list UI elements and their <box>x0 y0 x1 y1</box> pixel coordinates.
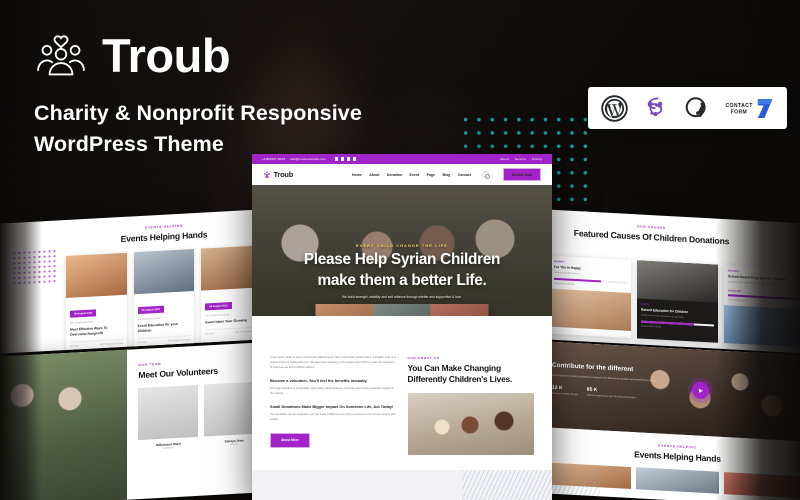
svg-text:FORM: FORM <box>731 109 748 115</box>
hero-title-line1: Please Help Syrian Children <box>303 251 501 268</box>
stat-value: 12 K <box>552 385 563 392</box>
event-date-badge: 08 August 2023 <box>137 305 164 314</box>
people-heart-icon <box>37 34 85 75</box>
hero-kicker: EVERY CHILD CHANGE THE LIFE <box>356 243 448 248</box>
nav-item-blog[interactable]: Blog <box>442 173 450 177</box>
topbar-link-about[interactable]: About <box>500 157 509 161</box>
about-title: You Can Make Changing Differently Childr… <box>407 363 513 385</box>
hero-subtitle: We build strength, stability and self-re… <box>342 295 462 300</box>
cause-card-row: Donation For The In Happy Some people li… <box>540 255 800 348</box>
about-body-1: The legal definition of a charitable org… <box>270 386 394 395</box>
volunteers-photo <box>0 349 128 500</box>
event-thumb <box>723 471 800 499</box>
gallery-image <box>430 304 489 316</box>
event-image <box>133 248 195 295</box>
event-date-badge: 08 August 2023 <box>70 309 97 318</box>
preview-panel-contribute[interactable]: Contribute for the different Social netw… <box>540 341 800 500</box>
gallery-image <box>373 304 431 316</box>
cause-image <box>724 305 800 348</box>
tagline-line-1: Charity & Nonprofit Responsive <box>34 101 362 125</box>
site-navbar: Troub Home About Donation Event Page Blo… <box>252 164 552 185</box>
nav-item-donation[interactable]: Donation <box>387 173 402 177</box>
preview-panel-featured-causes[interactable]: OUR CAUSES Featured Causes Of Children D… <box>540 209 800 354</box>
people-heart-icon <box>264 171 270 178</box>
about-heading-2: Small Donations Make Bigger Impact On So… <box>270 403 394 409</box>
search-icon[interactable] <box>482 171 491 179</box>
cause-card[interactable]: Education School-Based Programs for Chil… <box>724 264 800 348</box>
event-card[interactable]: 08 August 2023 WP, Christchurch Road Mos… <box>66 252 127 353</box>
volunteer-card-row: Williamson Ward Supervisor Sanoya Jenn D… <box>138 381 264 451</box>
event-footer-left: Non type <box>137 341 147 344</box>
preview-panel-events-helping-hands[interactable]: EVENTS HELPING Events Helping Hands 08 A… <box>0 208 274 354</box>
nav-item-event[interactable]: Event <box>410 173 420 177</box>
event-thumb <box>636 467 719 494</box>
about-section: Lorem ipsum dolor sit amet, consectetur … <box>252 316 552 456</box>
contribute-video-block[interactable]: Contribute for the different Social netw… <box>540 341 800 442</box>
preview-panel-volunteers[interactable]: OUR TEAM Meet Our Volunteers Williamson … <box>0 341 274 500</box>
cause-image <box>637 260 718 303</box>
hero-gallery-strip <box>315 304 489 316</box>
site-logo-text: Troub <box>273 170 294 179</box>
elementor-logo-icon <box>683 94 710 122</box>
nav-item-about[interactable]: About <box>369 173 379 177</box>
redux-logo-icon <box>642 94 669 122</box>
page-footer-strip <box>252 470 552 500</box>
nav-item-page[interactable]: Page <box>427 173 435 177</box>
donate-now-button[interactable]: Donate Now <box>502 168 541 181</box>
contribute-text: Social network is hosting volunteers to … <box>552 373 657 383</box>
wordpress-logo-icon <box>601 94 628 122</box>
play-button-icon[interactable] <box>692 381 709 400</box>
nav-item-contact[interactable]: Contact <box>458 173 471 177</box>
site-logo[interactable]: Troub <box>263 170 293 179</box>
event-title[interactable]: Most Effective Ways To Overcome Nonprofi… <box>70 325 123 338</box>
event-card[interactable]: 08 August 2023 WP, Christchurch Road Eve… <box>133 248 195 349</box>
topbar-link-pricing[interactable]: Pricing <box>532 157 542 161</box>
about-heading-1: Become a volunteer, You'll feel the bene… <box>270 377 367 383</box>
cause-card[interactable]: Donation For The In Happy Some people li… <box>550 255 631 339</box>
svg-text:CONTACT: CONTACT <box>725 103 753 109</box>
cause-card[interactable]: Charity Raised Education for Children Ch… <box>637 260 718 344</box>
cause-image <box>550 288 631 332</box>
cause-description: In today's world many people the without… <box>728 281 786 287</box>
about-more-button[interactable]: About More <box>270 432 310 448</box>
about-paragraph: Lorem ipsum dolor sit amet, consectetur … <box>270 356 397 369</box>
contact-form-7-logo-icon: CONTACT FORM <box>724 94 774 122</box>
nav-item-home[interactable]: Home <box>352 173 362 177</box>
stat-item: 12 K Volunteers Helping People <box>552 385 578 398</box>
cause-amount: Donated $45,250.00 <box>728 299 748 303</box>
about-image <box>407 393 534 456</box>
promo-headline-block: Troub Charity & Nonprofit Responsive Wor… <box>34 32 434 159</box>
plugin-badge-strip: CONTACT FORM <box>588 87 787 129</box>
topbar-link-service[interactable]: Service <box>515 157 526 161</box>
event-date-badge: 08 August 2023 <box>205 301 232 311</box>
about-body-2: The reputation, the tax treatment, you c… <box>270 413 396 421</box>
event-title[interactable]: Event Ideas Your Growing <box>205 317 258 325</box>
cause-amount: Donated $20,250.00 <box>554 283 574 287</box>
event-card-row: 08 August 2023 WP, Christchurch Road Mos… <box>66 245 263 353</box>
hero-title-line2: make them a better Life. <box>317 272 487 290</box>
nav-menu: Home About Donation Event Page Blog Cont… <box>352 168 541 181</box>
event-footer-right: WP, Christchurch Road <box>167 338 191 343</box>
brand-name: Troub <box>102 29 231 82</box>
cause-amount: Donated $32,750.00 <box>641 325 661 329</box>
event-title[interactable]: Event Education for your Children <box>138 321 191 334</box>
dot-pattern-decoration <box>12 248 56 287</box>
hero-section: EVERY CHILD CHANGE THE LIFE Please Help … <box>252 185 552 316</box>
tagline-line-2: WordPress Theme <box>34 131 224 156</box>
event-footer-left: Non type <box>205 332 215 336</box>
event-footer-left: Non type <box>70 344 79 348</box>
preview-panel-homepage[interactable]: +1900567 8545 info@troubexample.com Abou… <box>252 154 552 500</box>
event-footer-right: WP, Christchurch Road <box>100 342 123 346</box>
event-image <box>66 252 127 298</box>
volunteer-card[interactable]: Williamson Ward Supervisor <box>138 384 199 452</box>
gallery-image <box>315 304 374 316</box>
volunteer-avatar <box>138 384 199 440</box>
about-kicker: OUR ABOUT US <box>407 356 440 360</box>
